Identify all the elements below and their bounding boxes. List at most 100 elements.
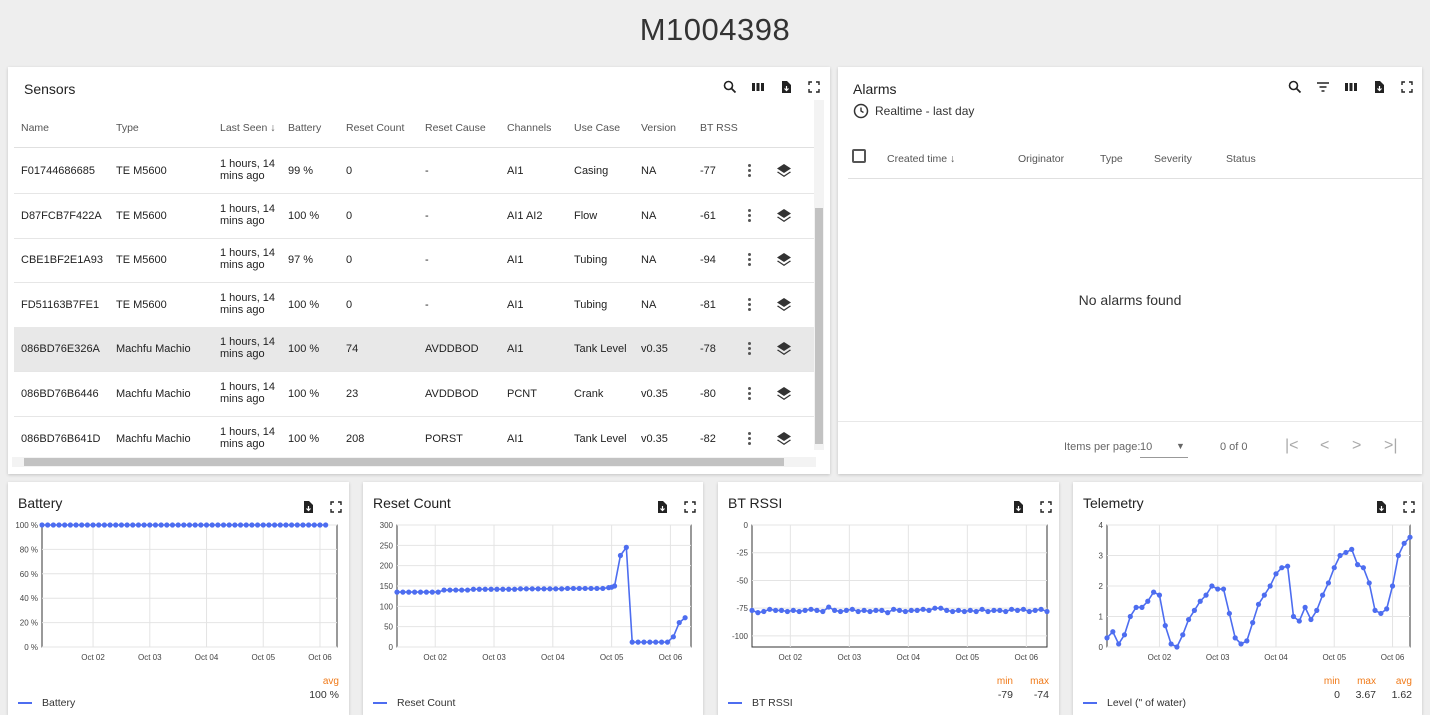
data-point[interactable] [855, 608, 861, 615]
data-point[interactable] [1378, 610, 1384, 617]
data-point[interactable] [1226, 610, 1232, 617]
data-point[interactable] [1285, 563, 1291, 569]
data-point[interactable] [1044, 608, 1050, 615]
layers-icon[interactable] [776, 208, 792, 224]
data-point[interactable] [1185, 616, 1192, 623]
data-point[interactable] [152, 522, 159, 528]
data-point[interactable] [659, 639, 665, 645]
data-point[interactable] [1009, 606, 1015, 612]
data-point[interactable] [1302, 604, 1308, 610]
data-point[interactable] [1337, 552, 1343, 559]
data-point[interactable] [1145, 598, 1151, 604]
data-point[interactable] [796, 608, 802, 615]
data-point[interactable] [158, 522, 164, 528]
data-point[interactable] [1032, 607, 1038, 613]
data-point[interactable] [118, 522, 125, 528]
horizontal-scrollbar[interactable] [12, 457, 816, 467]
data-point[interactable] [271, 522, 278, 528]
data-point[interactable] [226, 522, 232, 528]
data-point[interactable] [1238, 641, 1244, 647]
col-battery[interactable]: Battery [288, 122, 321, 134]
data-point[interactable] [1314, 607, 1320, 613]
data-point[interactable] [1325, 580, 1332, 586]
table-row[interactable]: FD51163B7FE1 TE M5600 1 hours, 14 mins ago 1… [14, 283, 814, 328]
search-icon[interactable] [723, 80, 737, 94]
data-point[interactable] [215, 522, 221, 528]
data-point[interactable] [653, 639, 659, 645]
col-originator[interactable]: Originator [1018, 153, 1064, 165]
data-point[interactable] [1308, 616, 1314, 623]
col-type[interactable]: Type [1100, 153, 1123, 165]
data-point[interactable] [778, 607, 785, 613]
data-point[interactable] [944, 607, 950, 613]
data-point[interactable] [1174, 644, 1180, 650]
data-point[interactable] [761, 608, 767, 615]
data-point[interactable] [1038, 606, 1044, 612]
col-reset-cause[interactable]: Reset Cause [425, 122, 486, 134]
data-point[interactable] [547, 586, 553, 592]
horizontal-scroll-thumb[interactable] [24, 458, 784, 466]
data-point[interactable] [1104, 635, 1110, 641]
data-point[interactable] [323, 522, 329, 528]
data-point[interactable] [523, 586, 529, 592]
data-point[interactable] [808, 606, 814, 612]
data-point[interactable] [814, 607, 820, 613]
data-point[interactable] [991, 607, 997, 613]
layers-icon[interactable] [776, 297, 792, 313]
data-point[interactable] [955, 607, 962, 613]
vertical-scrollbar[interactable] [814, 100, 824, 450]
data-point[interactable] [938, 605, 944, 611]
data-point[interactable] [1215, 586, 1221, 592]
col-created-time[interactable]: Created time ↓ [887, 153, 955, 165]
data-point[interactable] [914, 607, 920, 613]
data-point[interactable] [641, 639, 647, 645]
data-point[interactable] [861, 607, 867, 613]
data-point[interactable] [1343, 549, 1349, 556]
search-icon[interactable] [1288, 80, 1302, 94]
data-point[interactable] [647, 639, 653, 645]
data-point[interactable] [254, 522, 261, 528]
data-point[interactable] [1244, 638, 1250, 644]
data-point[interactable] [164, 522, 170, 528]
data-point[interactable] [186, 522, 193, 528]
data-point[interactable] [867, 608, 873, 615]
data-point[interactable] [1003, 608, 1009, 615]
data-point[interactable] [1220, 586, 1227, 592]
data-point[interactable] [843, 607, 849, 613]
data-point[interactable] [1267, 583, 1273, 589]
data-point[interactable] [1401, 540, 1407, 546]
data-point[interactable] [1116, 641, 1122, 647]
items-per-page-select[interactable]: 10 ▼ [1140, 441, 1188, 458]
col-last-seen[interactable]: Last Seen ↓ [220, 122, 275, 134]
data-point[interactable] [950, 608, 956, 615]
legend-item[interactable]: BT RSSI [728, 697, 793, 709]
data-point[interactable] [412, 589, 418, 595]
data-point[interactable] [820, 608, 826, 615]
data-point[interactable] [67, 522, 73, 528]
data-point[interactable] [896, 607, 903, 613]
data-point[interactable] [124, 522, 130, 528]
data-point[interactable] [406, 589, 412, 595]
data-point[interactable] [289, 522, 295, 528]
data-point[interactable] [1156, 592, 1163, 598]
data-point[interactable] [529, 586, 535, 592]
col-bt-rss[interactable]: BT RSS [700, 122, 738, 134]
data-point[interactable] [482, 586, 488, 592]
data-point[interactable] [1151, 589, 1157, 595]
data-point[interactable] [488, 586, 494, 592]
more-vert-icon[interactable] [747, 251, 751, 269]
data-point[interactable] [512, 586, 518, 592]
data-point[interactable] [266, 522, 272, 528]
legend-item[interactable]: Battery [18, 697, 75, 709]
data-point[interactable] [39, 522, 45, 528]
table-row[interactable]: 086BD76B6446 Machfu Machio 1 hours, 14 mins… [14, 372, 814, 417]
data-point[interactable] [1110, 629, 1116, 635]
data-point[interactable] [670, 634, 676, 640]
data-point[interactable] [517, 586, 524, 592]
col-name[interactable]: Name [21, 122, 49, 134]
data-point[interactable] [1290, 613, 1297, 620]
data-point[interactable] [101, 522, 108, 528]
data-point[interactable] [73, 522, 79, 528]
data-point[interactable] [1014, 607, 1021, 613]
data-point[interactable] [1349, 546, 1355, 552]
